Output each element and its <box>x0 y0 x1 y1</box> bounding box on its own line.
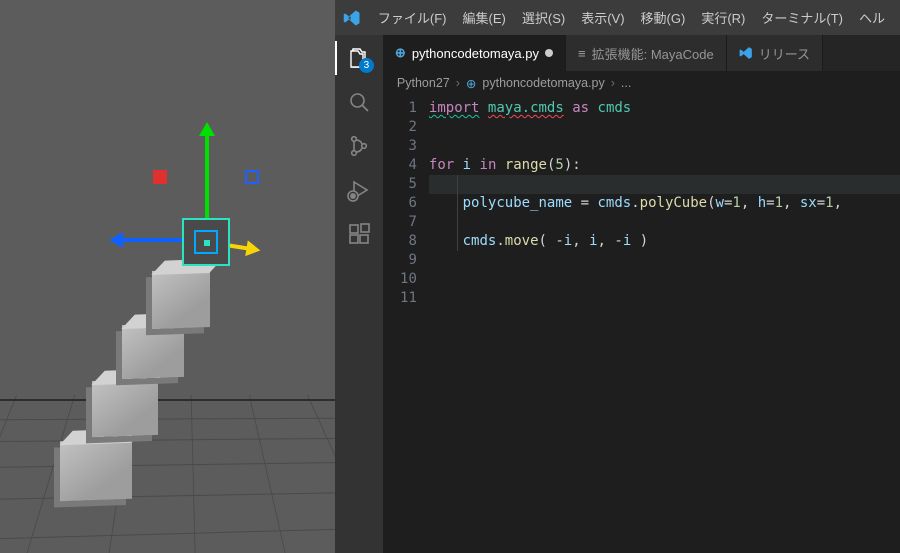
breadcrumb-more[interactable]: ... <box>621 76 631 90</box>
breadcrumb-file[interactable]: pythoncodetomaya.py <box>482 76 604 90</box>
vscode-window: ファイル(F) 編集(E) 選択(S) 表示(V) 移動(G) 実行(R) ター… <box>335 0 900 553</box>
menu-run[interactable]: 実行(R) <box>694 4 752 31</box>
title-bar: ファイル(F) 編集(E) 選択(S) 表示(V) 移動(G) 実行(R) ター… <box>335 0 900 35</box>
menu-terminal[interactable]: ターミナル(T) <box>754 4 850 31</box>
tab-label: pythoncodetomaya.py <box>412 46 539 61</box>
menu-go[interactable]: 移動(G) <box>634 4 693 31</box>
poly-cube[interactable] <box>152 269 210 329</box>
activity-source-control[interactable] <box>346 133 372 159</box>
editor-lines[interactable]: import maya.cmds as cmds for i in range(… <box>429 95 900 553</box>
chevron-right-icon: › <box>456 76 460 90</box>
line-number-gutter: 1234567891011 <box>383 95 429 553</box>
activity-extensions[interactable] <box>346 221 372 247</box>
tab-extension-mayacode[interactable]: ≡ 拡張機能: MayaCode <box>566 35 727 71</box>
menu-view[interactable]: 表示(V) <box>574 4 631 31</box>
poly-cube[interactable] <box>92 379 158 437</box>
breadcrumb-folder[interactable]: Python27 <box>397 76 450 90</box>
activity-run-debug[interactable] <box>346 177 372 203</box>
vscode-logo-icon <box>343 9 361 27</box>
poly-cube-selected[interactable] <box>182 218 230 266</box>
poly-cube[interactable] <box>60 439 132 502</box>
menu-help[interactable]: ヘル <box>852 4 892 31</box>
code-editor[interactable]: 1234567891011 import maya.cmds as cmds f… <box>383 95 900 553</box>
gizmo-plane-yz[interactable] <box>153 170 167 184</box>
maya-viewport[interactable] <box>0 0 335 553</box>
tab-label: リリース <box>759 44 810 63</box>
tab-release-notes[interactable]: リリース <box>727 35 823 71</box>
extension-icon: ≡ <box>578 46 586 61</box>
menu-file[interactable]: ファイル(F) <box>371 4 454 31</box>
python-file-icon: ⊕ <box>466 76 476 91</box>
indent-guide <box>457 175 458 251</box>
python-file-icon: ⊕ <box>395 45 406 61</box>
tab-python-file[interactable]: ⊕ pythoncodetomaya.py <box>383 35 566 71</box>
menu-edit[interactable]: 編集(E) <box>456 4 513 31</box>
chevron-right-icon: › <box>611 76 615 90</box>
activity-bar: 3 <box>335 35 383 553</box>
activity-explorer[interactable]: 3 <box>346 45 372 71</box>
current-line-highlight <box>429 175 900 194</box>
menu-select[interactable]: 選択(S) <box>515 4 572 31</box>
gizmo-plane-xy[interactable] <box>245 170 259 184</box>
explorer-badge: 3 <box>359 58 374 73</box>
breadcrumbs[interactable]: Python27 › ⊕ pythoncodetomaya.py › ... <box>383 71 900 95</box>
tab-label: 拡張機能: MayaCode <box>592 44 714 63</box>
dirty-indicator-icon <box>545 49 553 57</box>
gizmo-axis-y[interactable] <box>205 126 209 222</box>
tab-bar: ⊕ pythoncodetomaya.py ≡ 拡張機能: MayaCode リ… <box>383 35 900 71</box>
editor-group: ⊕ pythoncodetomaya.py ≡ 拡張機能: MayaCode リ… <box>383 35 900 553</box>
gizmo-center[interactable] <box>204 240 210 246</box>
poly-cube[interactable] <box>122 323 184 379</box>
vscode-icon <box>739 46 753 60</box>
activity-search[interactable] <box>346 89 372 115</box>
